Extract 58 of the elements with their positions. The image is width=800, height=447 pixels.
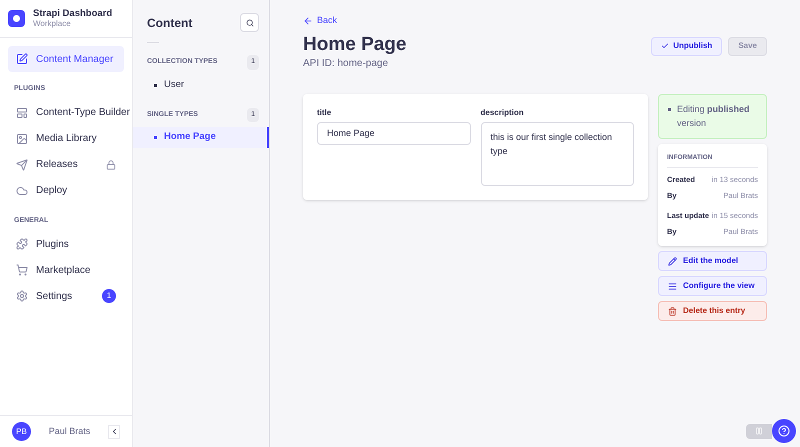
bullet-icon (668, 108, 671, 112)
brand-subtitle: Workplace (33, 19, 72, 30)
list-icon (668, 282, 677, 290)
paper-plane-icon (16, 158, 28, 170)
nav-label: Deploy (36, 184, 68, 198)
arrow-left-icon (303, 16, 313, 26)
page-title: Home Page (303, 32, 406, 56)
check-icon (661, 42, 670, 50)
search-icon (246, 18, 254, 26)
puzzle-icon (16, 238, 28, 250)
unpublish-button[interactable]: Unpublish (651, 36, 722, 56)
nav-item[interactable]: Releases (8, 152, 124, 178)
api-id: API ID: home-page (303, 57, 390, 72)
settings-icon (16, 290, 28, 302)
title-field[interactable]: Home Page (317, 122, 470, 146)
description-field[interactable]: this is our first single collection type (480, 122, 634, 186)
panel-title: Content (147, 14, 192, 32)
user-avatar[interactable]: PB (12, 422, 31, 441)
help-icon (778, 425, 790, 437)
status-text: Editing published version (677, 103, 751, 130)
bullet-icon (154, 84, 157, 86)
pause-icon (755, 427, 763, 435)
edit-icon (16, 53, 28, 65)
notification-badge: 1 (102, 289, 116, 303)
back-link[interactable]: Back (303, 14, 338, 28)
nav-item[interactable]: Deploy (8, 178, 124, 204)
nav-item[interactable]: Marketplace (8, 257, 124, 283)
action-button[interactable]: Delete this entry (658, 301, 767, 321)
nav-item[interactable]: Media Library (8, 126, 124, 152)
field-label: description (480, 107, 525, 120)
nav-label: Releases (36, 158, 79, 172)
image-icon (16, 132, 28, 144)
logo-icon (8, 10, 25, 27)
cloud-icon (16, 184, 28, 196)
content-type-link[interactable]: User (133, 74, 269, 96)
field-label: title (317, 107, 332, 120)
nav-label: Marketplace (36, 264, 92, 278)
nav-label: Content-Type Builder (36, 106, 130, 120)
nav-label: Plugins (36, 238, 70, 252)
cart-icon (16, 264, 28, 276)
nav-item[interactable]: Settings 1 (8, 283, 124, 309)
layout-icon (16, 106, 28, 118)
help-button[interactable] (772, 419, 796, 443)
content-type-link[interactable]: Home Page (133, 127, 269, 148)
collapse-button[interactable] (108, 424, 120, 438)
nav-item[interactable]: Content Manager (8, 46, 124, 72)
brand-title: Strapi Dashboard (33, 8, 112, 20)
search-button[interactable] (240, 13, 259, 32)
bullet-icon (154, 136, 157, 139)
action-button[interactable]: Configure the view (658, 276, 767, 296)
nav-item[interactable]: Plugins (8, 231, 124, 257)
pencil-icon (668, 256, 677, 266)
action-button[interactable]: Edit the model (658, 251, 767, 271)
nav-label: Settings (36, 290, 74, 304)
nav-label: Media Library (36, 132, 98, 146)
trash-icon (668, 306, 677, 316)
nav-label: Content Manager (36, 52, 114, 66)
user-name: Paul Brats (48, 424, 92, 438)
